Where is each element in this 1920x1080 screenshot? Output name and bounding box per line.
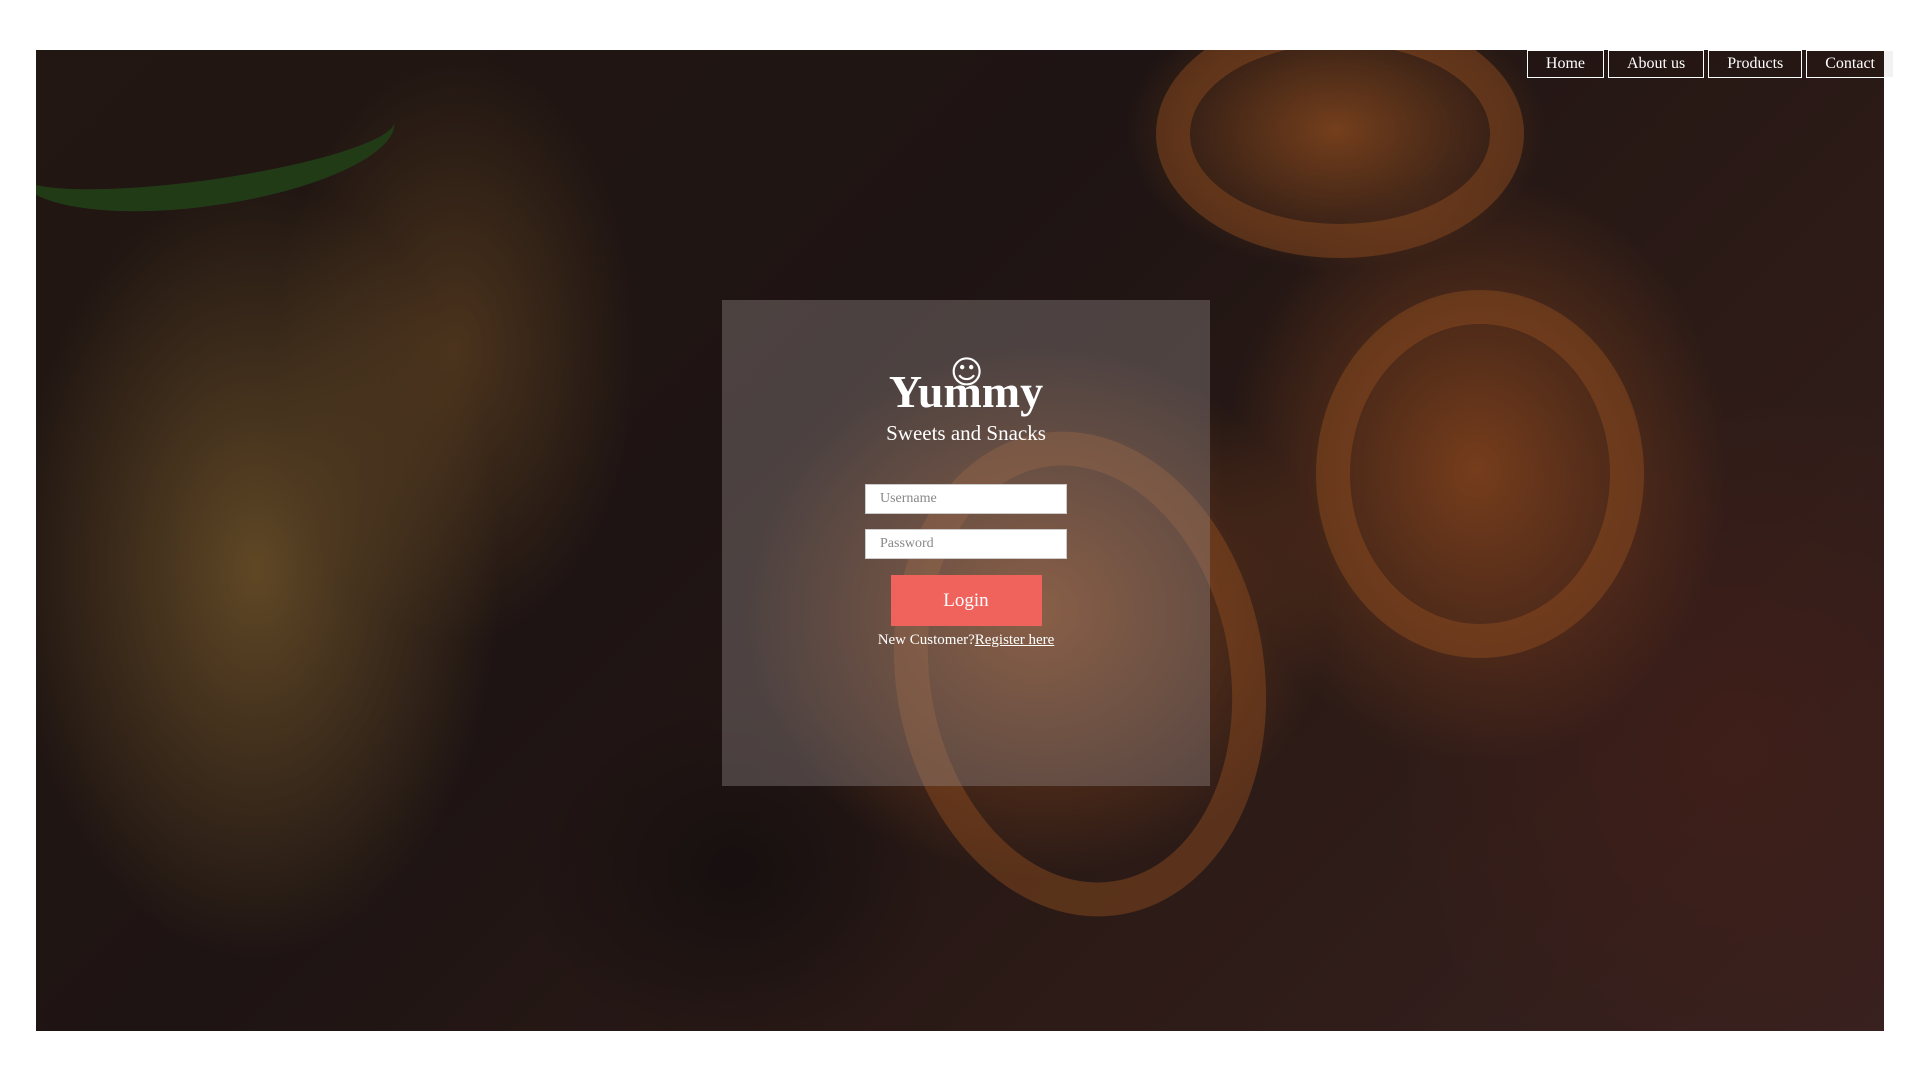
top-nav: Home About us Products Contact	[1526, 50, 1894, 78]
nav-about-us[interactable]: About us	[1608, 50, 1705, 78]
register-prompt: New Customer?	[877, 632, 975, 648]
register-line: New Customer?Register here	[722, 630, 1210, 650]
nav-products[interactable]: Products	[1708, 50, 1803, 78]
brand: ☺ Yummy	[722, 356, 1210, 417]
password-input[interactable]	[865, 529, 1067, 559]
brand-title: Yummy	[888, 366, 1044, 417]
nav-home[interactable]: Home	[1526, 50, 1604, 78]
username-input[interactable]	[865, 484, 1067, 514]
tagline: Sweets and Snacks	[886, 421, 1046, 445]
nav-contact[interactable]: Contact	[1806, 50, 1894, 78]
register-link[interactable]: Register here	[975, 632, 1055, 648]
login-card: ☺ Yummy Sweets and Snacks Login New Cust…	[722, 300, 1210, 786]
login-button[interactable]: Login	[890, 575, 1042, 626]
